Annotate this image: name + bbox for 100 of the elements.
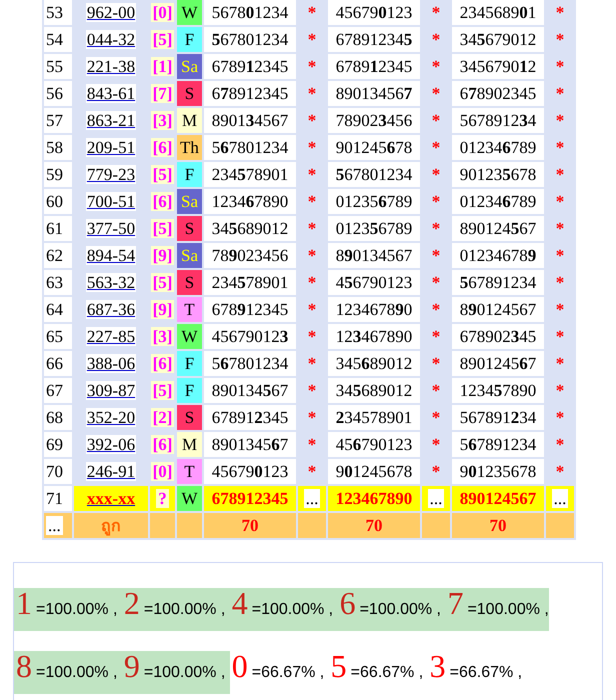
number-cell: 678912345 [204,81,296,106]
draw-code-link[interactable]: 309-87 [86,381,136,400]
day-cell: F [177,351,202,376]
day-cell: S [177,81,202,106]
draw-code-link[interactable]: 863-21 [86,111,136,130]
star-mark: * [556,381,564,400]
star-mark: * [432,30,440,49]
digit-tag: [9] [150,300,174,319]
draw-code-link[interactable]: 377-50 [86,219,136,238]
digit-tag: [5] [150,165,174,184]
number-cell: 567891234 [452,405,544,430]
star-mark: * [308,354,316,373]
star-mark: * [308,192,316,211]
day-cell: F [177,27,202,52]
draw-code-link[interactable]: 352-20 [86,408,136,427]
draw-code-link[interactable]: 221-38 [86,57,136,76]
star-mark: * [308,165,316,184]
draw-code-link[interactable]: 687-36 [86,300,136,319]
draw-code-link[interactable]: 392-06 [86,435,136,454]
number-cell: 345689012 [204,216,296,241]
star-mark: * [556,111,564,130]
digit-stat: 6=100.00% , [338,588,446,631]
number-cell: 678902345 [452,81,544,106]
number-cell: 123467890 [328,324,420,349]
draw-code-link[interactable]: 209-51 [86,138,136,157]
day-cell: S [177,405,202,430]
number-cell: 890134567 [204,378,296,403]
number-cell: 123467890 [328,297,420,322]
number-cell: 890124567 [452,216,544,241]
draw-code-link[interactable]: 388-06 [86,354,136,373]
draw-code-link[interactable]: 962-00 [86,3,136,22]
digit-tag: [3] [150,111,174,130]
number-cell: 890134567 [328,243,420,268]
digit-tag: [6] [150,435,174,454]
day-cell: Sa [177,243,202,268]
star-mark: * [432,84,440,103]
star-mark: * [308,462,316,481]
star-mark: * [432,273,440,292]
star-mark: * [556,273,564,292]
row-number: 63 [44,270,72,295]
day-cell: W [177,0,202,25]
row-number: 67 [44,378,72,403]
star-mark: * [556,57,564,76]
number-cell: 012346789 [452,243,544,268]
number-cell: 456790123 [328,270,420,295]
star-mark: * [308,111,316,130]
day-cell: F [177,162,202,187]
digit-stat: 8=100.00% , [14,651,122,694]
star-mark: * [432,381,440,400]
number-cell: 345689012 [328,351,420,376]
star-mark: * [432,435,440,454]
row-number: 55 [44,54,72,79]
number-cell: 890134567 [328,81,420,106]
day-cell: W [177,324,202,349]
star-mark: * [432,138,440,157]
star-mark: * [432,327,440,346]
row-number: 65 [44,324,72,349]
star-mark: * [308,3,316,22]
star-mark: * [308,84,316,103]
number-cell: 345689012 [328,378,420,403]
day-cell: S [177,216,202,241]
day-cell: W [177,486,202,511]
number-cell: 123467890 [328,486,420,511]
draw-code-link[interactable]: 227-85 [86,327,136,346]
number-cell: 567801234 [204,0,296,25]
day-cell: Sa [177,54,202,79]
digit-stat: 0=66.67% , [230,651,326,686]
star-mark: * [556,30,564,49]
star-mark: * [556,462,564,481]
star-mark: * [308,435,316,454]
digit-tag: [5] [150,219,174,238]
digit-tag: [9] [150,246,174,265]
draw-code-link[interactable]: 779-23 [86,165,136,184]
number-cell: 567801234 [328,162,420,187]
star-mark: * [432,408,440,427]
number-cell: 678912345 [204,486,296,511]
row-number: 58 [44,135,72,160]
number-cell: 456790123 [204,459,296,484]
draw-code-link[interactable]: 700-51 [86,192,136,211]
row-number: 69 [44,432,72,457]
star-mark: * [556,84,564,103]
row-number: 68 [44,405,72,430]
draw-code-link[interactable]: 843-61 [86,84,136,103]
row-number: 57 [44,108,72,133]
draw-code-link[interactable]: 563-32 [86,273,136,292]
draw-code-link[interactable]: 246-91 [86,462,136,481]
hit-count: 70 [242,516,258,535]
number-cell: 678902345 [452,324,544,349]
hit-count: 70 [490,516,506,535]
star-mark: * [308,408,316,427]
draw-code-link[interactable]: 044-32 [86,30,136,49]
star-mark: * [556,327,564,346]
draw-code-link[interactable]: 894-54 [86,246,136,265]
day-cell: M [177,432,202,457]
star-mark: * [432,300,440,319]
number-cell: 123457890 [452,378,544,403]
number-cell: 890124567 [452,486,544,511]
number-cell: 789023456 [328,108,420,133]
day-cell: F [177,378,202,403]
pending-mark: ... [428,489,444,508]
